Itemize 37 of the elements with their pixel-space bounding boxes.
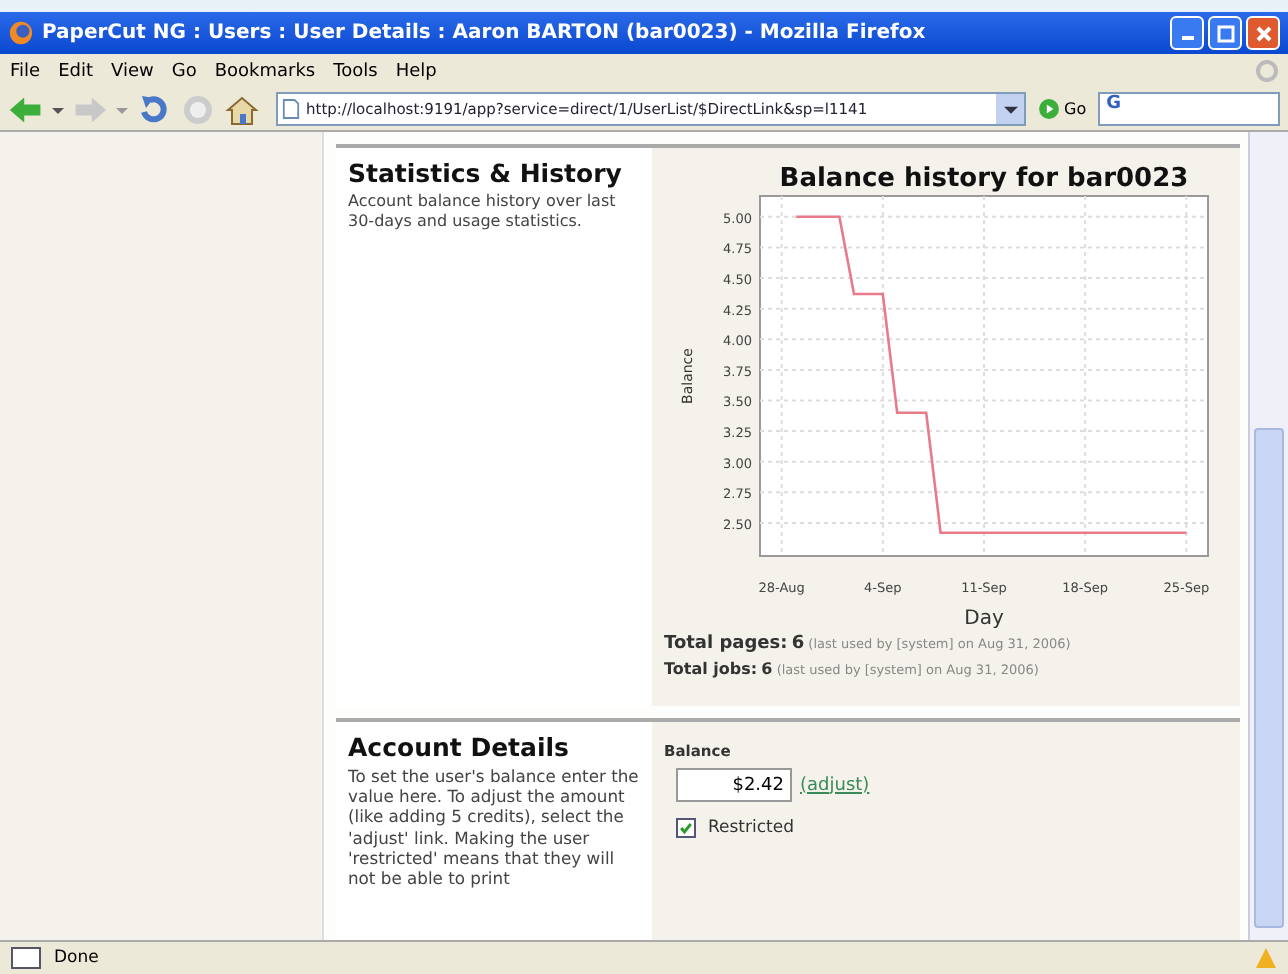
scrollbar[interactable]: [1248, 132, 1288, 940]
warning-icon: [1254, 946, 1278, 970]
dropdown-caret-icon[interactable]: [52, 103, 64, 115]
menu-item[interactable]: Edit: [58, 61, 93, 81]
caret-icon: [1003, 102, 1017, 116]
close-icon: [1253, 23, 1273, 43]
menu-item[interactable]: Help: [395, 61, 437, 81]
scrollbar-thumb[interactable]: [1254, 428, 1284, 928]
menu-item[interactable]: View: [111, 61, 154, 81]
home-button[interactable]: [224, 93, 260, 125]
page-icon: [282, 98, 300, 120]
window-title: PaperCut NG : Users : User Details : Aaron BARTON (bar0023) - Mozilla Firefox: [42, 22, 928, 44]
dropdown-button[interactable]: [996, 94, 1024, 124]
menu-item[interactable]: Go: [171, 61, 197, 81]
maximize-button[interactable]: [1208, 16, 1242, 50]
minimize-icon: [1181, 35, 1193, 41]
status-text: Done: [54, 948, 101, 968]
axis-title: Day: [964, 608, 1004, 628]
section-heading: Statistics & History: [348, 158, 624, 188]
go-button[interactable]: Go: [1034, 98, 1091, 120]
section-description: Account balance history over last 30-days and usage statistics.: [348, 192, 618, 232]
menu-item[interactable]: Tools: [333, 61, 378, 81]
balance-field[interactable]: $2.42: [676, 768, 792, 802]
minimize-button[interactable]: [1170, 16, 1204, 50]
menu-item[interactable]: File: [10, 61, 41, 81]
close-button[interactable]: [1246, 16, 1280, 50]
page-icon: [10, 946, 42, 970]
checkbox-label: Restricted: [708, 818, 795, 838]
search-field[interactable]: G: [1098, 92, 1280, 126]
menu-item[interactable]: Bookmarks: [214, 61, 316, 81]
section-description: To set the user's balance enter the value here. To adjust the amount (like adding 5 credits), select the 'adjust' link. Making the user 'restricted' means that they will not be able to print: [348, 766, 640, 889]
maximize-icon: [1215, 23, 1235, 43]
adjust-link[interactable]: (adjust): [800, 775, 870, 795]
section-heading: Account Details: [348, 732, 571, 762]
restricted-checkbox[interactable]: [676, 818, 696, 838]
chart-title: Balance history for bar0023: [779, 164, 1189, 194]
reload-button[interactable]: [136, 93, 172, 125]
